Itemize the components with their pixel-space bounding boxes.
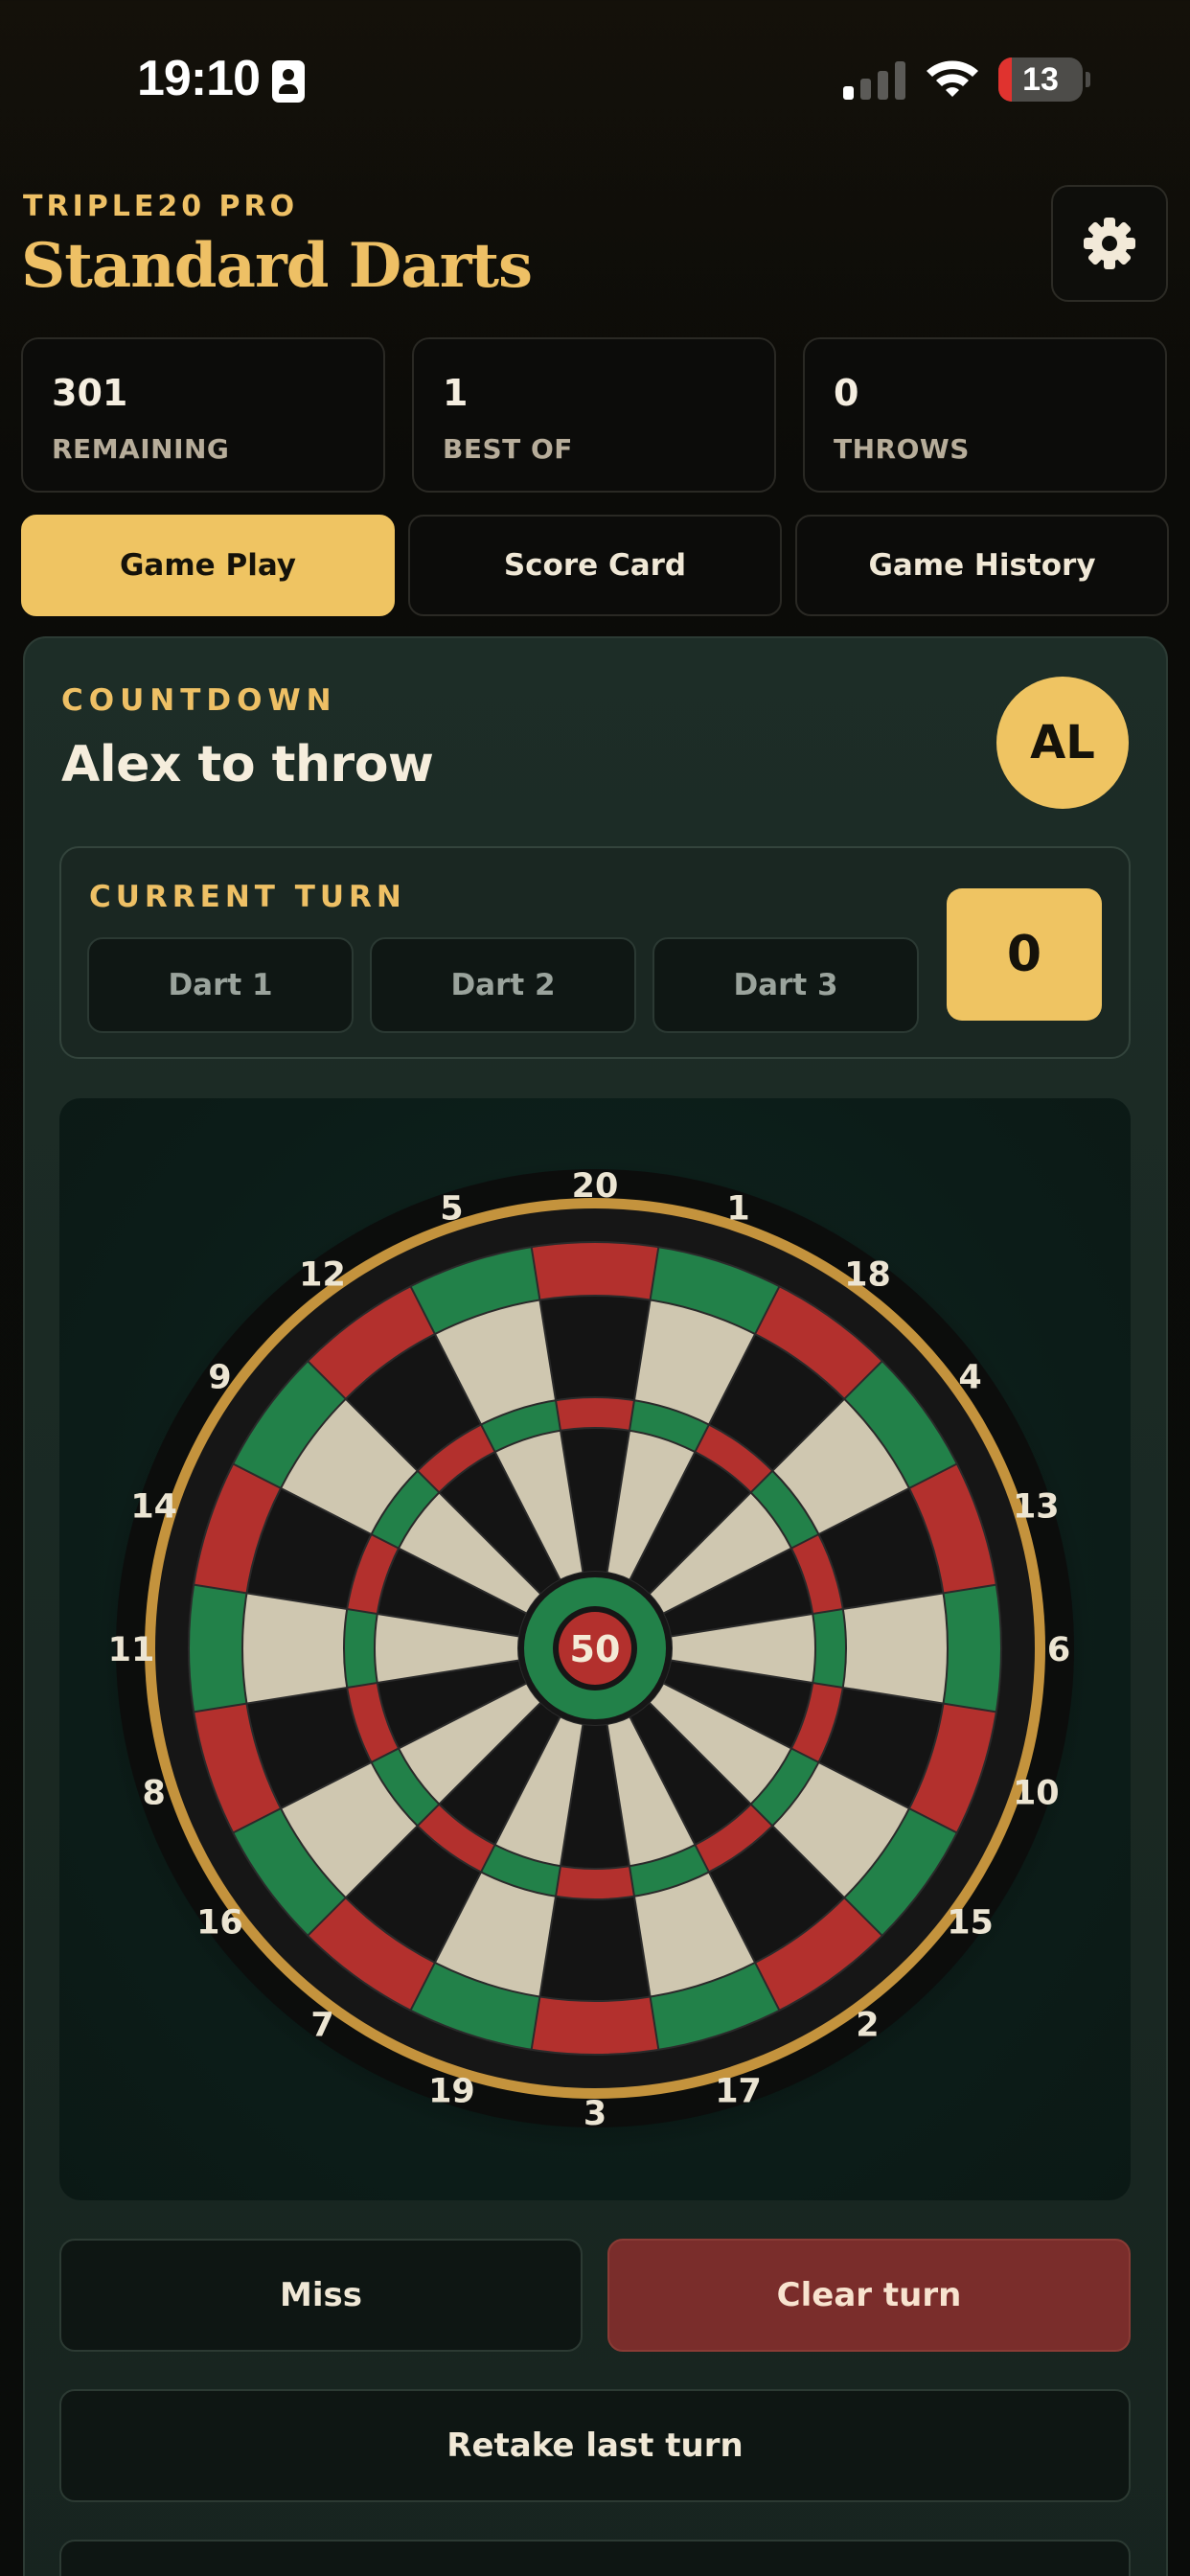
board-number-7: 7 bbox=[310, 2007, 333, 2045]
wifi-icon bbox=[927, 60, 978, 97]
bullseye-label: 50 bbox=[570, 1628, 621, 1670]
battery-icon: 13 bbox=[998, 58, 1083, 102]
board-number-18: 18 bbox=[844, 1255, 891, 1294]
status-time: 19:10 bbox=[137, 51, 261, 106]
board-number-11: 11 bbox=[108, 1631, 155, 1669]
tab-game-play[interactable]: Game Play bbox=[21, 515, 395, 616]
game-mode-label: COUNTDOWN bbox=[61, 683, 337, 718]
board-number-19: 19 bbox=[428, 2072, 475, 2110]
segment-treble-3 bbox=[556, 1866, 634, 1899]
segment-double-3 bbox=[531, 1996, 659, 2055]
stat-value: 1 bbox=[443, 372, 469, 414]
board-number-15: 15 bbox=[947, 1903, 994, 1942]
board-number-10: 10 bbox=[1013, 1775, 1060, 1813]
segment-double-11 bbox=[188, 1584, 247, 1713]
board-number-13: 13 bbox=[1013, 1487, 1060, 1526]
status-bar: 19:10 13 bbox=[0, 0, 1190, 163]
segment-double-6 bbox=[943, 1584, 1001, 1713]
battery-level: 13 bbox=[1022, 61, 1059, 98]
clear-turn-button[interactable]: Clear turn bbox=[607, 2239, 1131, 2352]
page-title: Standard Darts bbox=[21, 230, 533, 302]
stat-remaining: 301 REMAINING bbox=[21, 337, 385, 493]
board-number-14: 14 bbox=[130, 1487, 177, 1526]
stat-throws: 0 THROWS bbox=[803, 337, 1167, 493]
board-number-6: 6 bbox=[1047, 1631, 1070, 1669]
board-number-16: 16 bbox=[196, 1903, 243, 1942]
segment-double-20 bbox=[531, 1242, 659, 1300]
segment-outer-single-20 bbox=[539, 1296, 651, 1401]
brand-label: TRIPLE20 PRO bbox=[23, 190, 299, 223]
cellular-signal-icon bbox=[843, 59, 906, 100]
segment-treble-6 bbox=[812, 1609, 846, 1688]
dartboard[interactable]: 50 20 1 18 4 13 6 10 15 2 17 3 19 7 16 8 11 14 9 12 5 bbox=[59, 1098, 1131, 2200]
stat-value: 301 bbox=[52, 372, 128, 414]
gear-icon bbox=[1084, 218, 1135, 269]
segment-outer-single-11 bbox=[242, 1593, 348, 1704]
board-number-17: 17 bbox=[715, 2072, 762, 2110]
stat-best-of: 1 BEST OF bbox=[412, 337, 776, 493]
turn-title: Alex to throw bbox=[61, 736, 434, 794]
dart-slot-1[interactable]: Dart 1 bbox=[87, 937, 354, 1033]
settings-button[interactable] bbox=[1051, 185, 1168, 302]
board-number-3: 3 bbox=[584, 2095, 606, 2133]
stat-label: BEST OF bbox=[443, 433, 573, 465]
stat-label: THROWS bbox=[834, 433, 970, 465]
id-card-icon bbox=[272, 60, 305, 103]
segment-outer-single-3 bbox=[539, 1896, 651, 2001]
miss-button[interactable]: Miss bbox=[59, 2239, 583, 2352]
segment-treble-20 bbox=[556, 1397, 634, 1431]
next-action-button[interactable] bbox=[59, 2540, 1131, 2576]
board-number-4: 4 bbox=[958, 1359, 981, 1397]
current-turn-label: CURRENT TURN bbox=[89, 880, 406, 914]
dartboard-area: 50 20 1 18 4 13 6 10 15 2 17 3 19 7 16 8 11 14 9 12 5 bbox=[59, 1098, 1131, 2200]
tab-game-history[interactable]: Game History bbox=[795, 515, 1169, 616]
board-number-12: 12 bbox=[299, 1255, 346, 1294]
dart-slot-2[interactable]: Dart 2 bbox=[370, 937, 636, 1033]
retake-last-turn-button[interactable]: Retake last turn bbox=[59, 2389, 1131, 2502]
stat-value: 0 bbox=[834, 372, 859, 414]
board-number-5: 5 bbox=[440, 1190, 463, 1229]
stat-label: REMAINING bbox=[52, 433, 230, 465]
board-number-1: 1 bbox=[726, 1190, 749, 1229]
segment-treble-11 bbox=[344, 1609, 378, 1688]
avatar: AL bbox=[996, 677, 1129, 809]
board-number-20: 20 bbox=[572, 1167, 619, 1206]
segment-outer-single-6 bbox=[842, 1593, 948, 1704]
turn-score: 0 bbox=[947, 888, 1102, 1021]
dart-slot-3[interactable]: Dart 3 bbox=[652, 937, 919, 1033]
board-number-2: 2 bbox=[856, 2007, 879, 2045]
board-number-9: 9 bbox=[208, 1359, 231, 1397]
tab-score-card[interactable]: Score Card bbox=[408, 515, 782, 616]
battery-tip bbox=[1086, 72, 1090, 87]
board-number-8: 8 bbox=[143, 1775, 166, 1813]
